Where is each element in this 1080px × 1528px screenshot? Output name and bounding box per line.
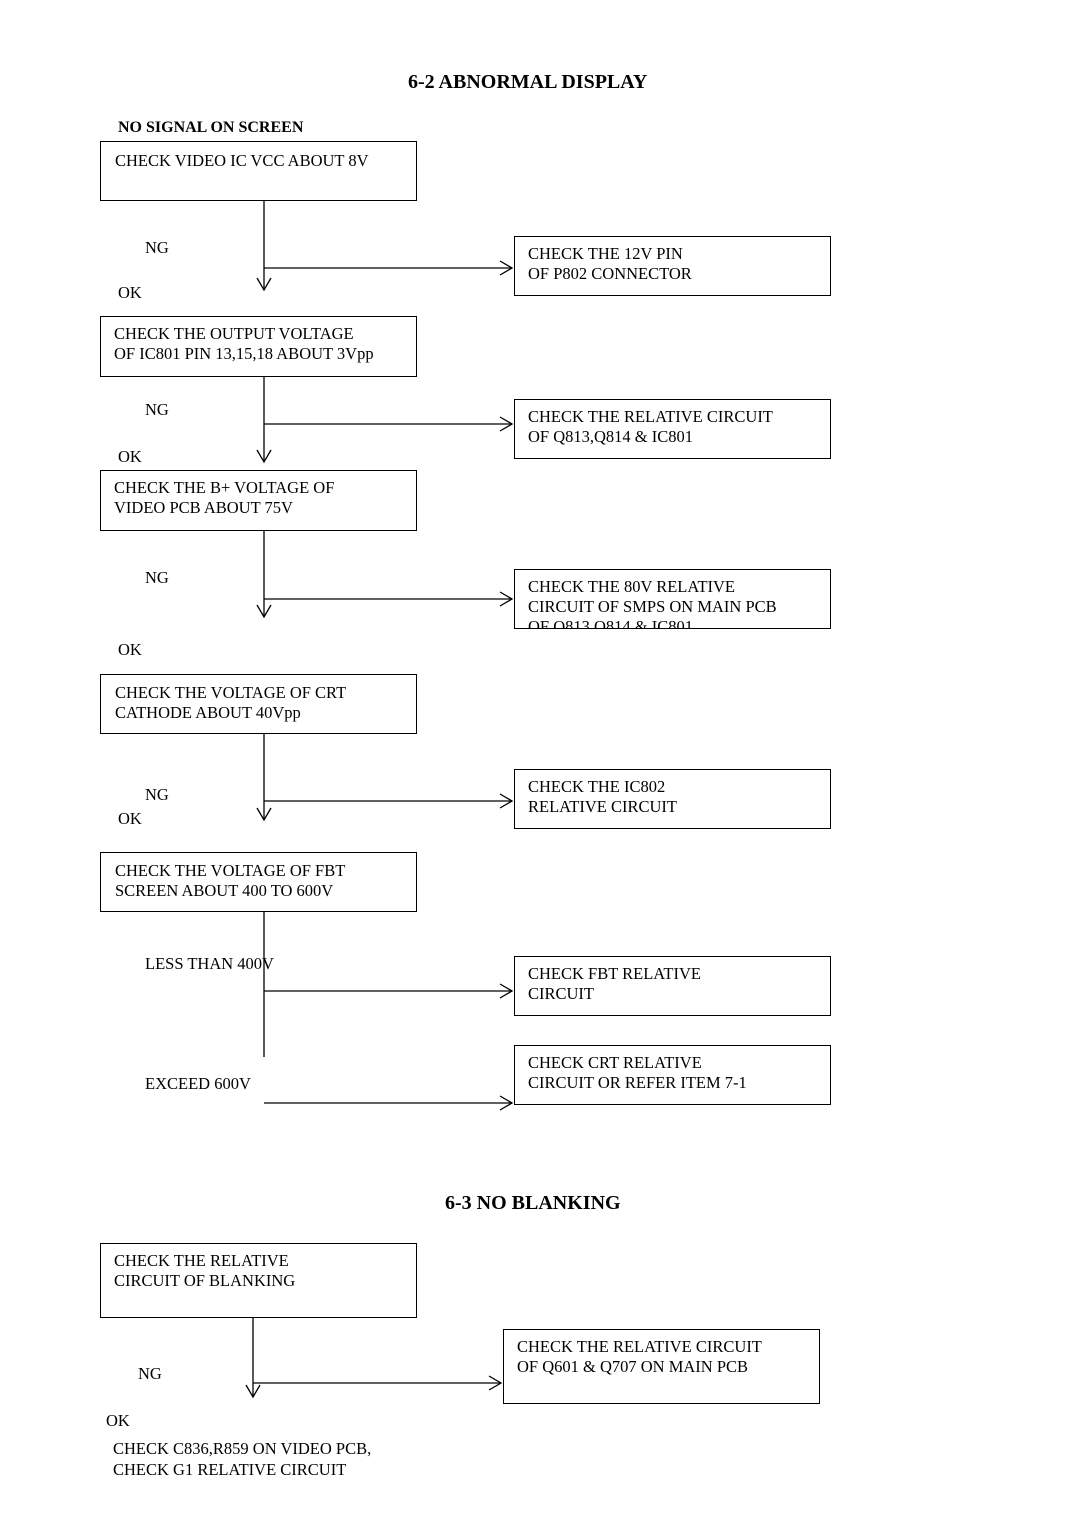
action-box-crt: CHECK CRT RELATIVE CIRCUIT OR REFER ITEM…	[514, 1045, 831, 1105]
check-text: VIDEO PCB ABOUT 75V	[114, 498, 293, 517]
action-text: CHECK THE 80V RELATIVE	[528, 577, 736, 596]
ng-label: NG	[145, 400, 169, 419]
action-text: CHECK THE IC802	[528, 777, 666, 796]
check-text: OF IC801 PIN 13,15,18 ABOUT 3Vpp	[114, 344, 374, 363]
check-text: CIRCUIT OF BLANKING	[114, 1271, 296, 1290]
check-text: CHECK THE VOLTAGE OF CRT	[115, 683, 347, 702]
ok-label: OK	[106, 1411, 130, 1430]
action-text: CIRCUIT OR REFER ITEM 7-1	[528, 1073, 747, 1092]
action-text: CIRCUIT OF SMPS ON MAIN PCB	[528, 597, 777, 616]
check-box-blanking: CHECK THE RELATIVE CIRCUIT OF BLANKING	[100, 1243, 417, 1318]
section-title-abnormal-display: 6-2 ABNORMAL DISPLAY	[408, 71, 648, 93]
check-text: CHECK THE OUTPUT VOLTAGE	[114, 324, 354, 343]
check-text: CHECK VIDEO IC VCC ABOUT 8V	[115, 151, 369, 170]
subtitle-no-signal: NO SIGNAL ON SCREEN	[118, 119, 304, 136]
ng-label: NG	[138, 1364, 162, 1383]
action-text: CHECK THE RELATIVE CIRCUIT	[528, 407, 773, 426]
action-text: CIRCUIT	[528, 984, 594, 1003]
action-text: OF Q601 & Q707 ON MAIN PCB	[517, 1357, 749, 1376]
vertical-connectors	[245, 201, 272, 1399]
check-box-2: CHECK THE OUTPUT VOLTAGE OF IC801 PIN 13…	[100, 316, 417, 377]
action-box-3: CHECK THE 80V RELATIVE CIRCUIT OF SMPS O…	[514, 569, 831, 629]
check-box-4: CHECK THE VOLTAGE OF CRT CATHODE ABOUT 4…	[100, 674, 417, 734]
check-box-1: CHECK VIDEO IC VCC ABOUT 8V	[100, 141, 417, 201]
page: 6-2 ABNORMAL DISPLAY NO SIGNAL ON SCREEN…	[0, 0, 1080, 1528]
action-box-4: CHECK THE IC802 RELATIVE CIRCUIT	[514, 769, 831, 829]
section-title-no-blanking: 6-3 NO BLANKING	[445, 1192, 621, 1214]
ok-action-text: CHECK G1 RELATIVE CIRCUIT	[113, 1460, 347, 1479]
action-text: CHECK THE RELATIVE CIRCUIT	[517, 1337, 762, 1356]
action-box-1: CHECK THE 12V PIN OF P802 CONNECTOR	[514, 236, 831, 296]
action-text: CHECK FBT RELATIVE	[528, 964, 701, 983]
check-text: CHECK THE RELATIVE	[114, 1251, 289, 1270]
action-box-2: CHECK THE RELATIVE CIRCUIT OF Q813,Q814 …	[514, 399, 831, 459]
action-text: RELATIVE CIRCUIT	[528, 797, 677, 816]
action-box-blanking: CHECK THE RELATIVE CIRCUIT OF Q601 & Q70…	[503, 1329, 820, 1404]
action-text: CHECK THE 12V PIN	[528, 244, 683, 263]
ok-action-text: CHECK C836,R859 ON VIDEO PCB,	[113, 1439, 372, 1458]
action-text: OF Q813,Q814 & IC801	[528, 427, 694, 446]
check-box-3: CHECK THE B+ VOLTAGE OF VIDEO PCB ABOUT …	[100, 470, 417, 531]
check-text: CHECK THE B+ VOLTAGE OF	[114, 478, 335, 497]
less-than-400v-label: LESS THAN 400V	[145, 954, 274, 973]
action-text-clipped: OF Q813,Q814 & IC801	[528, 617, 694, 629]
ng-arrows	[253, 260, 514, 1391]
exceed-600v-label: EXCEED 600V	[145, 1074, 251, 1093]
check-text: SCREEN ABOUT 400 TO 600V	[115, 881, 334, 900]
check-text: CHECK THE VOLTAGE OF FBT	[115, 861, 346, 880]
ok-label: OK	[118, 283, 142, 302]
ok-label: OK	[118, 447, 142, 466]
ok-label: OK	[118, 809, 142, 828]
ng-label: NG	[145, 785, 169, 804]
check-text: CATHODE ABOUT 40Vpp	[115, 703, 301, 722]
action-box-fbt: CHECK FBT RELATIVE CIRCUIT	[514, 956, 831, 1016]
check-box-5: CHECK THE VOLTAGE OF FBT SCREEN ABOUT 40…	[100, 852, 417, 912]
ng-label: NG	[145, 568, 169, 587]
ok-label: OK	[118, 640, 142, 659]
action-text: OF P802 CONNECTOR	[528, 264, 692, 283]
action-text: CHECK CRT RELATIVE	[528, 1053, 702, 1072]
ng-label: NG	[145, 238, 169, 257]
